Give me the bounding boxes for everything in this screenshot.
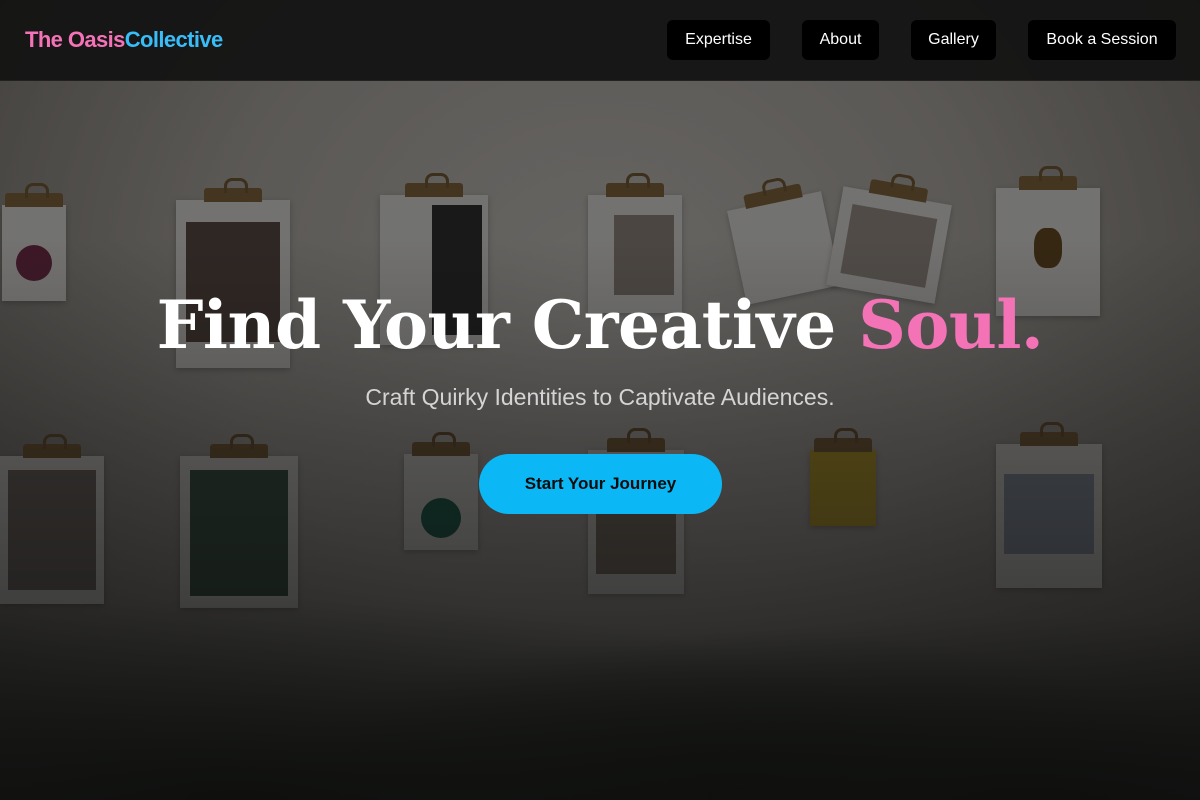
logo-text-primary: The Oasis: [25, 27, 125, 52]
nav-about-button[interactable]: About: [802, 20, 879, 60]
nav-expertise-button[interactable]: Expertise: [667, 20, 770, 60]
hero-section: Find Your Creative Soul. Craft Quirky Id…: [0, 80, 1200, 800]
page: The OasisCollective Expertise About Gall…: [0, 0, 1200, 800]
headline-main-text: Find Your Creative: [156, 286, 859, 364]
logo-text-secondary: Collective: [124, 27, 224, 52]
nav-gallery-button[interactable]: Gallery: [911, 20, 996, 60]
headline-accent-text: Soul.: [858, 286, 1044, 364]
nav-book-session-button[interactable]: Book a Session: [1028, 20, 1176, 60]
start-journey-button[interactable]: Start Your Journey: [479, 454, 722, 514]
site-logo[interactable]: The OasisCollective: [25, 26, 223, 54]
site-header: The OasisCollective Expertise About Gall…: [0, 0, 1200, 81]
hero-headline: Find Your Creative Soul.: [0, 280, 1200, 370]
hero-subtitle: Craft Quirky Identities to Captivate Aud…: [365, 384, 835, 410]
